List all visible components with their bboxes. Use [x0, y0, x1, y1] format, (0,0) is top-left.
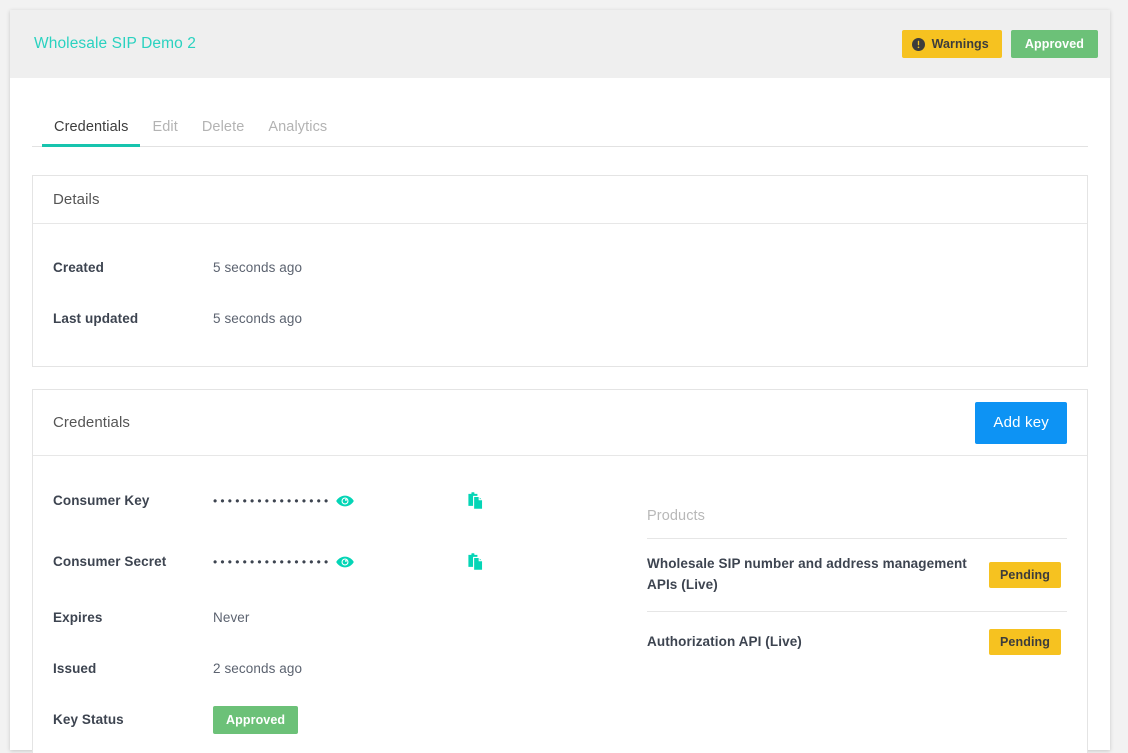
header-actions: Warnings Approved [901, 30, 1098, 58]
product-status-badge: Pending [988, 629, 1061, 656]
consumer-secret-label: Consumer Secret [53, 554, 167, 569]
product-name: Authorization API (Live) [647, 633, 802, 649]
approved-status-label: Approved [1024, 37, 1084, 51]
panels-container: Details Created 5 seconds ago Last updat… [10, 147, 1110, 753]
app-card: Wholesale SIP Demo 2 Warnings Approved C… [10, 10, 1110, 753]
app-header: Wholesale SIP Demo 2 Warnings Approved [10, 10, 1110, 78]
details-row-last-updated: Last updated 5 seconds ago [53, 293, 1067, 344]
products-section: Products Wholesale SIP number and addres… [633, 470, 1067, 745]
details-panel-body: Created 5 seconds ago Last updated 5 sec… [33, 224, 1087, 366]
key-status-badge: Approved [213, 705, 299, 734]
product-list-item[interactable]: Authorization API (Live) Pending [647, 610, 1067, 673]
page-root: Wholesale SIP Demo 2 Warnings Approved C… [0, 0, 1128, 753]
approved-status-button[interactable]: Approved [1010, 30, 1098, 58]
consumer-secret-row: Consumer Secret •••••••••••••••• [53, 531, 633, 592]
tab-edit-label: Edit [152, 119, 178, 135]
details-last-updated-label: Last updated [53, 311, 139, 326]
products-title: Products [647, 508, 706, 524]
details-last-updated-value: 5 seconds ago [213, 311, 303, 326]
warnings-button[interactable]: Warnings [901, 30, 1002, 58]
tab-credentials-label: Credentials [54, 119, 129, 135]
tab-analytics-label: Analytics [268, 119, 328, 135]
issued-row: Issued 2 seconds ago [53, 643, 633, 694]
consumer-secret-reveal-slot [335, 552, 465, 572]
details-panel-title: Details [53, 191, 100, 208]
tab-delete-label: Delete [201, 119, 245, 135]
eye-icon[interactable] [335, 491, 355, 511]
credentials-panel-title: Credentials [53, 414, 130, 431]
consumer-key-masked-value: •••••••••••••••• [213, 494, 332, 507]
key-status-label: Key Status [53, 712, 124, 727]
tab-credentials[interactable]: Credentials [42, 119, 141, 147]
consumer-secret-masked-value: •••••••••••••••• [213, 555, 332, 568]
issued-label: Issued [53, 661, 97, 676]
copy-icon[interactable] [465, 551, 487, 573]
tab-analytics[interactable]: Analytics [256, 119, 339, 146]
page-title: Wholesale SIP Demo 2 [34, 35, 196, 52]
tab-edit[interactable]: Edit [140, 119, 189, 146]
details-created-label: Created [53, 260, 104, 275]
add-key-button[interactable]: Add key [975, 401, 1067, 444]
consumer-key-row: Consumer Key •••••••••••••••• [53, 470, 633, 531]
consumer-key-label: Consumer Key [53, 493, 150, 508]
consumer-key-copy-slot [465, 490, 487, 512]
consumer-secret-copy-slot [465, 551, 487, 573]
exclamation-circle-icon [911, 37, 925, 51]
details-created-value: 5 seconds ago [213, 260, 303, 275]
tab-delete[interactable]: Delete [190, 119, 257, 146]
credentials-panel-header: Credentials Add key [33, 390, 1087, 456]
credentials-panel: Credentials Add key Consumer Key •••••••… [32, 389, 1088, 753]
consumer-key-reveal-slot [335, 491, 465, 511]
tabs-container: Credentials Edit Delete Analytics [10, 78, 1110, 147]
eye-icon[interactable] [335, 552, 355, 572]
details-panel: Details Created 5 seconds ago Last updat… [32, 175, 1088, 367]
key-status-row: Key Status Approved [53, 694, 633, 745]
expires-value: Never [213, 610, 250, 625]
details-row-created: Created 5 seconds ago [53, 242, 1067, 293]
warnings-button-label: Warnings [931, 37, 989, 51]
expires-label: Expires [53, 610, 103, 625]
details-panel-header: Details [33, 176, 1087, 224]
expires-row: Expires Never [53, 592, 633, 643]
copy-icon[interactable] [465, 490, 487, 512]
product-name: Wholesale SIP number and address managem… [647, 556, 967, 592]
add-key-button-label: Add key [993, 414, 1049, 431]
product-status-badge: Pending [988, 561, 1061, 588]
issued-value: 2 seconds ago [213, 661, 303, 676]
product-list-item[interactable]: Wholesale SIP number and address managem… [647, 538, 1067, 611]
credentials-panel-body: Consumer Key •••••••••••••••• Consumer S… [33, 456, 1087, 753]
tab-bar: Credentials Edit Delete Analytics [32, 108, 1088, 147]
credentials-left-column: Consumer Key •••••••••••••••• Consumer S… [53, 470, 633, 745]
